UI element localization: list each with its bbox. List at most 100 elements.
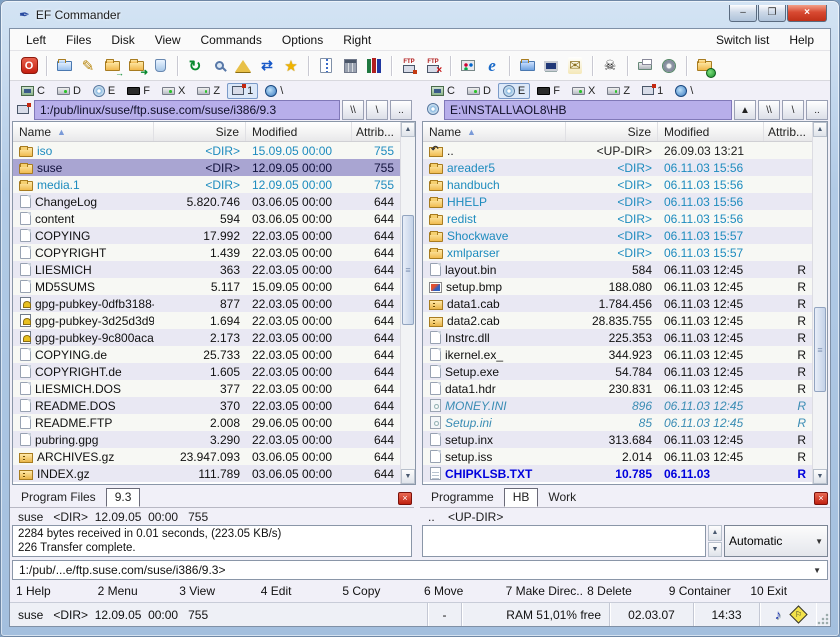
table-row[interactable]: gpg-pubkey-9c800aca-40d80...2.17322.03.0… xyxy=(13,329,400,346)
power-button[interactable]: O xyxy=(17,54,41,78)
column-size[interactable]: Size xyxy=(566,122,658,141)
table-row[interactable]: Setup.exe54.78406.11.03 12:45R xyxy=(423,363,812,380)
drive-button-x[interactable]: X xyxy=(567,83,600,99)
command-line-text[interactable]: 1:/pub/...e/ftp.suse.com/suse/i386/9.3> xyxy=(19,563,809,577)
drive-button-c[interactable]: C xyxy=(426,83,460,99)
edit-button[interactable] xyxy=(76,54,100,78)
network-root-button[interactable]: \\ xyxy=(758,100,780,120)
maximize-button[interactable]: ❐ xyxy=(758,5,786,22)
scroll-down-icon[interactable]: ▼ xyxy=(401,469,415,484)
search-button[interactable] xyxy=(207,54,231,78)
table-row[interactable]: README.DOS37022.03.05 00:00644 xyxy=(13,397,400,414)
ftp-connect-button[interactable]: FTP xyxy=(397,54,421,78)
new-folder-button[interactable] xyxy=(515,54,539,78)
drive-button-e[interactable]: E xyxy=(498,83,530,99)
function-key-10[interactable]: 10 Exit xyxy=(746,583,828,599)
table-row[interactable]: data1.cab1.784.45606.11.03 12:45R xyxy=(423,295,812,312)
table-row[interactable]: MD5SUMS5.11715.09.05 00:00644 xyxy=(13,278,400,295)
table-row[interactable]: ARCHIVES.gz23.947.09303.06.05 00:00644 xyxy=(13,448,400,465)
drive-button-e[interactable]: E xyxy=(88,83,120,99)
email-button[interactable] xyxy=(563,54,587,78)
filelist-close-button[interactable]: × xyxy=(398,492,412,505)
table-row[interactable]: HHELP<DIR>06.11.03 15:56 xyxy=(423,193,812,210)
drive-button-net[interactable]: \ xyxy=(260,83,288,99)
column-modified[interactable]: Modified xyxy=(246,122,352,141)
multi-volume-button[interactable] xyxy=(362,54,386,78)
settings-button[interactable] xyxy=(657,54,681,78)
minimize-button[interactable]: – xyxy=(729,5,757,22)
scrollbar-right[interactable]: ▲ ▼ xyxy=(812,122,827,484)
drive-button-1[interactable]: 1 xyxy=(227,83,258,99)
menu-item-commands[interactable]: Commands xyxy=(191,31,272,49)
table-row[interactable]: MONEY.INI89606.11.03 12:45R xyxy=(423,397,812,414)
drive-button-d[interactable]: D xyxy=(52,83,86,99)
table-row[interactable]: redist<DIR>06.11.03 15:56 xyxy=(423,210,812,227)
table-row[interactable]: COPYRIGHT1.43922.03.05 00:00644 xyxy=(13,244,400,261)
drive-button-c[interactable]: C xyxy=(16,83,50,99)
function-key-8[interactable]: 8 Delete xyxy=(583,583,665,599)
copy-button[interactable]: → xyxy=(100,54,124,78)
column-name[interactable]: Name▲ xyxy=(13,122,154,141)
tab-work[interactable]: Work xyxy=(539,488,585,507)
sound-icon[interactable] xyxy=(770,608,786,622)
close-button[interactable]: × xyxy=(787,5,827,22)
internet-explorer-button[interactable] xyxy=(480,54,504,78)
table-row[interactable]: INDEX.gz111.78903.06.05 00:00644 xyxy=(13,465,400,482)
menu-item-left[interactable]: Left xyxy=(16,31,56,49)
table-row[interactable]: data2.cab28.835.75506.11.03 12:45R xyxy=(423,312,812,329)
scroll-up-icon[interactable]: ▲ xyxy=(401,122,415,137)
pyramid-button[interactable] xyxy=(231,54,255,78)
move-button[interactable]: ➜ xyxy=(124,54,148,78)
drive-button-net[interactable]: \ xyxy=(670,83,698,99)
table-row[interactable]: Instrc.dll225.35306.11.03 12:45R xyxy=(423,329,812,346)
table-row[interactable]: LIESMICH36322.03.05 00:00644 xyxy=(13,261,400,278)
drive-button-f[interactable]: F xyxy=(532,83,565,99)
transfer-mode-combobox[interactable]: Automatic ▼ xyxy=(724,525,828,557)
table-row[interactable]: pubring.gpg3.29022.03.05 00:00644 xyxy=(13,431,400,448)
table-row[interactable]: COPYING17.99222.03.05 00:00644 xyxy=(13,227,400,244)
tab-9.3[interactable]: 9.3 xyxy=(106,488,141,507)
split-file-button[interactable] xyxy=(314,54,338,78)
ftp-disconnect-button[interactable]: FTP xyxy=(421,54,445,78)
function-key-5[interactable]: 5 Copy xyxy=(338,583,420,599)
sync-button[interactable] xyxy=(255,54,279,78)
table-row[interactable]: Setup.ini8506.11.03 12:45R xyxy=(423,414,812,431)
table-row[interactable]: gpg-pubkey-0dfb3188-41ed9...87722.03.05 … xyxy=(13,295,400,312)
column-modified[interactable]: Modified xyxy=(658,122,764,141)
drive-button-f[interactable]: F xyxy=(122,83,155,99)
table-row[interactable]: suse<DIR>12.09.05 00:00755 xyxy=(13,159,400,176)
table-row[interactable]: layout.bin58406.11.03 12:45R xyxy=(423,261,812,278)
current-path-right[interactable]: E:\INSTALL\AOL8\HB xyxy=(444,100,732,120)
table-row[interactable]: README.FTP2.00829.06.05 00:00644 xyxy=(13,414,400,431)
print-button[interactable] xyxy=(633,54,657,78)
table-row[interactable]: ikernel.ex_344.92306.11.03 12:45R xyxy=(423,346,812,363)
table-row[interactable]: CHIPKLSB.TXT10.78506.11.03R xyxy=(423,465,812,482)
function-key-1[interactable]: 1 Help xyxy=(12,583,94,599)
spin-down-icon[interactable]: ▼ xyxy=(708,542,722,558)
tab-programme[interactable]: Programme xyxy=(422,488,503,507)
table-row[interactable]: COPYING.de25.73322.03.05 00:00644 xyxy=(13,346,400,363)
history-dropdown-icon[interactable]: ▼ xyxy=(813,566,821,575)
spin-up-icon[interactable]: ▲ xyxy=(708,525,722,541)
function-key-6[interactable]: 6 Move xyxy=(420,583,502,599)
table-row[interactable]: iso<DIR>15.09.05 00:00755 xyxy=(13,142,400,159)
menu-item-options[interactable]: Options xyxy=(272,31,333,49)
scroll-down-icon[interactable]: ▼ xyxy=(813,469,827,484)
menu-item-switch-list[interactable]: Switch list xyxy=(706,31,779,49)
column-attrib[interactable]: Attrib... xyxy=(352,122,400,141)
table-row[interactable]: LIESMICH.DOS37722.03.05 00:00644 xyxy=(13,380,400,397)
scroll-thumb[interactable] xyxy=(814,307,826,392)
command-line[interactable]: 1:/pub/...e/ftp.suse.com/suse/i386/9.3> … xyxy=(12,560,828,580)
table-row[interactable]: setup.bmp188.08006.11.03 12:45R xyxy=(423,278,812,295)
title-bar[interactable]: ✒ EF Commander – ❐ × xyxy=(9,0,831,28)
control-panel-button[interactable] xyxy=(456,54,480,78)
menu-item-files[interactable]: Files xyxy=(56,31,101,49)
tab-hb[interactable]: HB xyxy=(504,488,539,507)
function-key-9[interactable]: 9 Container xyxy=(665,583,747,599)
function-key-7[interactable]: 7 Make Direc... xyxy=(502,583,584,599)
table-row[interactable]: Shockwave<DIR>06.11.03 15:57 xyxy=(423,227,812,244)
drive-button-1[interactable]: 1 xyxy=(637,83,668,99)
table-row[interactable]: ChangeLog5.820.74603.06.05 00:00644 xyxy=(13,193,400,210)
network-root-button[interactable]: \\ xyxy=(342,100,364,120)
drive-button-z[interactable]: Z xyxy=(192,83,225,99)
